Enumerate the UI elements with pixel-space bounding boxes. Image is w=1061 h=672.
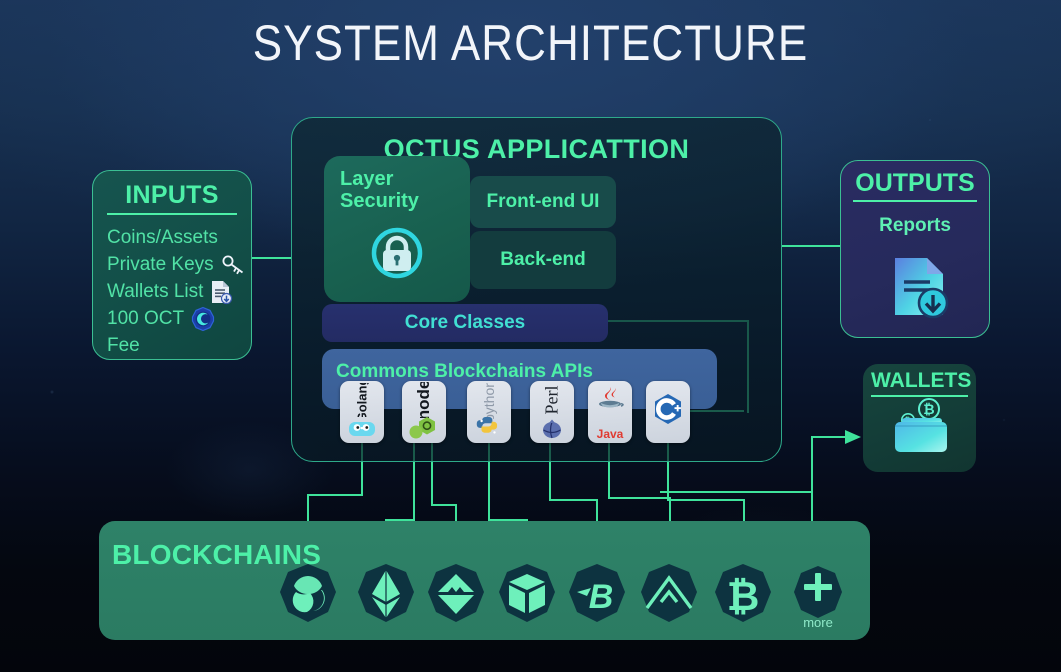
layer-security-line2: Security bbox=[340, 190, 419, 212]
inputs-item-label: Wallets List bbox=[107, 281, 204, 302]
key-icon bbox=[222, 255, 243, 274]
blockchain-item-blackcoin[interactable]: B bbox=[565, 562, 629, 626]
inputs-item-label: Coins/Assets bbox=[107, 227, 218, 248]
svg-text:₿: ₿ bbox=[923, 401, 934, 417]
outputs-heading: OUTPUTS bbox=[853, 169, 977, 202]
svg-text:B: B bbox=[589, 578, 614, 616]
language-card-perl[interactable]: Perl bbox=[530, 381, 574, 443]
ark-logo bbox=[641, 564, 697, 622]
lock-icon bbox=[371, 227, 423, 279]
list-item: Coins/Assets bbox=[107, 224, 251, 251]
java-logo bbox=[599, 387, 624, 408]
language-card-python[interactable]: python bbox=[467, 381, 511, 443]
inputs-item-label: 100 OCT bbox=[107, 308, 185, 329]
inputs-heading: INPUTS bbox=[107, 181, 237, 215]
document-add-icon bbox=[212, 280, 233, 304]
language-card-node[interactable]: node bbox=[402, 381, 446, 443]
apis-heading: Commons Blockchains APIs bbox=[336, 361, 593, 382]
blockchain-item-more[interactable]: more bbox=[786, 562, 850, 630]
wallet-bitcoin-icon: ₿ ₿ bbox=[895, 398, 947, 452]
inputs-list: Coins/Assets Private Keys Wallets List 1… bbox=[93, 224, 251, 359]
inputs-item-label: Private Keys bbox=[107, 254, 214, 275]
blockchain-item-bitcoin[interactable]: ₿ bbox=[711, 562, 775, 626]
nodejs-logo bbox=[409, 417, 435, 439]
python-logo bbox=[476, 417, 498, 434]
frontend-backend-group: Front-end UI Back-end bbox=[470, 176, 616, 289]
language-card-cplusplus[interactable]: C++ bbox=[646, 381, 690, 443]
core-classes-box: Core Classes bbox=[322, 304, 608, 342]
list-item: Wallets List bbox=[107, 278, 251, 305]
language-label: python bbox=[481, 383, 497, 419]
blockchain-logos-row: B ₿ more bbox=[270, 562, 870, 640]
page-title: SYSTEM ARCHITECTURE bbox=[252, 15, 809, 71]
outputs-label: Reports bbox=[879, 215, 951, 236]
blockchain-item-ethereum[interactable] bbox=[354, 562, 418, 626]
outputs-panel: OUTPUTS Reports bbox=[840, 160, 990, 338]
ethereum-logo bbox=[358, 564, 414, 622]
list-item: Fee bbox=[107, 332, 251, 359]
document-download-icon bbox=[895, 258, 949, 319]
language-card-java[interactable]: Java bbox=[588, 381, 632, 443]
layer-security-label: Layer Security bbox=[324, 156, 470, 212]
language-label: Perl bbox=[541, 385, 562, 415]
language-cards-row: Golang node python Perl Java bbox=[340, 381, 740, 443]
blockchain-item-waves[interactable] bbox=[424, 562, 488, 626]
bitcoin-logo: ₿ bbox=[715, 564, 771, 622]
layer-security-line1: Layer bbox=[340, 168, 394, 190]
nem-logo bbox=[280, 564, 336, 622]
waves-logo bbox=[428, 564, 484, 622]
oct-coin-icon bbox=[191, 306, 215, 331]
perl-logo bbox=[543, 419, 561, 439]
list-item: 100 OCT bbox=[107, 305, 251, 332]
blockchain-item-ark[interactable] bbox=[637, 562, 701, 626]
architecture-diagram: SYSTEM ARCHITECTURE INPUTS Coins/Assets … bbox=[0, 0, 1061, 672]
blockchain-item-nem[interactable] bbox=[276, 562, 340, 626]
wallets-panel: WALLETS ₿ ₿ bbox=[863, 364, 976, 472]
inputs-item-label: Fee bbox=[107, 335, 140, 356]
cplusplus-logo bbox=[655, 394, 681, 424]
front-end-ui-box: Front-end UI bbox=[470, 176, 616, 228]
inputs-panel: INPUTS Coins/Assets Private Keys Wallets… bbox=[92, 170, 252, 360]
svg-text:₿: ₿ bbox=[727, 575, 760, 619]
blackcoin-logo: B bbox=[569, 564, 625, 622]
neo-logo bbox=[499, 564, 555, 622]
more-caption: more bbox=[803, 615, 833, 630]
language-label: Golang bbox=[354, 383, 370, 417]
language-card-golang[interactable]: Golang bbox=[340, 381, 384, 443]
list-item: Private Keys bbox=[107, 251, 251, 278]
wallets-heading: WALLETS bbox=[871, 369, 971, 397]
language-label: Java bbox=[596, 427, 624, 441]
layer-security-box: Layer Security bbox=[324, 156, 470, 302]
language-label: node bbox=[414, 382, 433, 418]
blockchain-item-neo[interactable] bbox=[495, 562, 559, 626]
back-end-box: Back-end bbox=[470, 231, 616, 289]
golang-logo bbox=[349, 422, 375, 436]
